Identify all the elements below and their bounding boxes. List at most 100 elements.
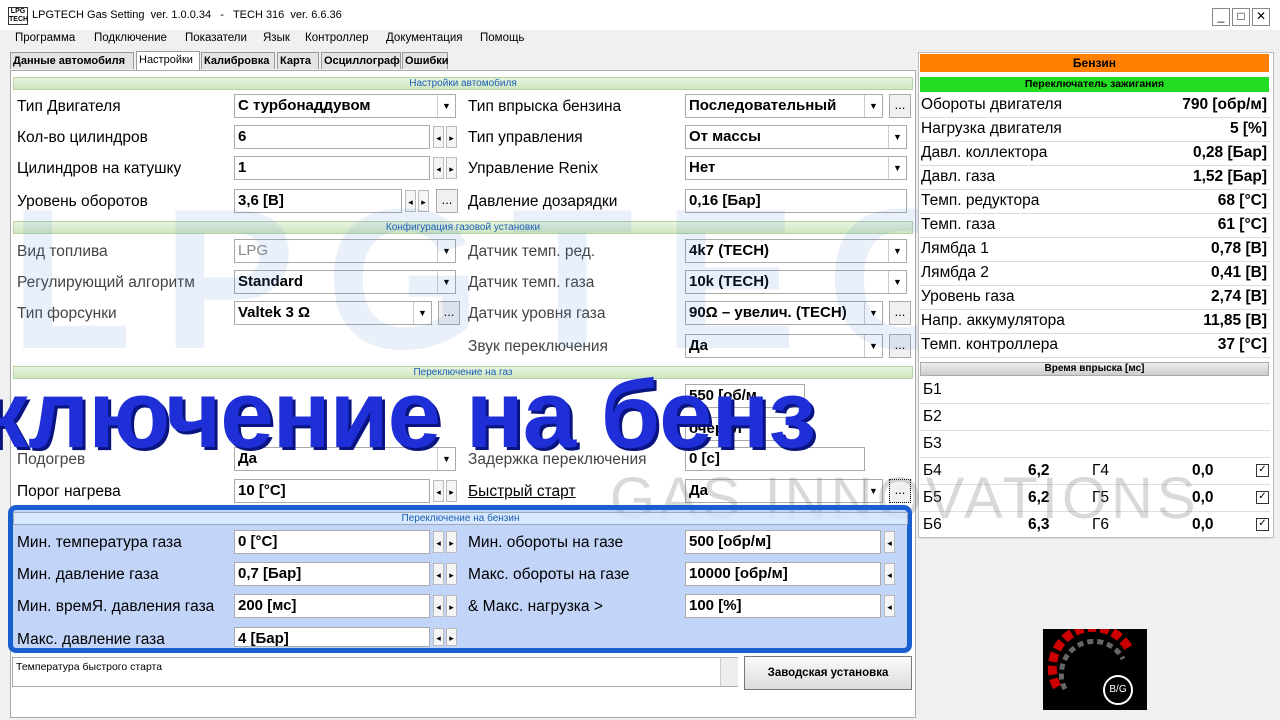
tab-map[interactable]: Карта bbox=[277, 52, 319, 69]
engine-type-select[interactable]: С турбонаддувом ▼ bbox=[234, 94, 456, 118]
spin-right-icon[interactable]: ▸ bbox=[446, 595, 457, 617]
reading-row: Давл. газа 1,52 [Бар] bbox=[920, 166, 1270, 190]
spin-left-icon[interactable]: ◂ bbox=[433, 126, 444, 148]
dropdown-arrow-icon[interactable]: ▼ bbox=[888, 157, 906, 179]
control-type-value: От массы bbox=[689, 128, 761, 145]
cylinders-input[interactable]: 6 bbox=[234, 125, 430, 149]
reading-label: Темп. редуктора bbox=[921, 192, 1040, 209]
reading-value: 1,52 [Бар] bbox=[1192, 168, 1267, 185]
tab-car-data[interactable]: Данные автомобиля bbox=[10, 52, 134, 69]
app-logo-icon: LPG TECH bbox=[8, 7, 29, 25]
dropdown-arrow-icon[interactable]: ▼ bbox=[888, 126, 906, 148]
reading-label: Нагрузка двигателя bbox=[921, 120, 1062, 137]
bg-logo-text: B/G bbox=[1103, 675, 1133, 705]
reading-row: Лямбда 2 0,41 [В] bbox=[920, 262, 1270, 286]
minimize-button[interactable]: _ bbox=[1212, 8, 1230, 26]
cylinders-label: Кол-во цилиндров bbox=[17, 129, 148, 146]
reading-value: 68 [°C] bbox=[1217, 192, 1267, 209]
min-pressure-time-input[interactable]: 200 [мс] bbox=[234, 594, 430, 618]
min-gas-temp-input[interactable]: 0 [°C] bbox=[234, 530, 430, 554]
spin-left-icon[interactable]: ◂ bbox=[433, 480, 444, 502]
injection-type-select[interactable]: Последовательный ▼ bbox=[685, 94, 883, 118]
reading-label: Темп. контроллера bbox=[921, 336, 1058, 353]
max-load-input[interactable]: 100 [%] bbox=[685, 594, 881, 618]
min-rpm-gas-input[interactable]: 500 [обр/м] bbox=[685, 530, 881, 554]
spin-right-icon[interactable]: ▸ bbox=[446, 126, 457, 148]
spin-left-icon[interactable]: ◂ bbox=[884, 563, 895, 585]
reading-row: Напр. аккумулятора 11,85 [В] bbox=[920, 310, 1270, 334]
factory-settings-button[interactable]: Заводская установка bbox=[744, 656, 912, 690]
spin-right-icon[interactable]: ▸ bbox=[446, 480, 457, 502]
coil-input[interactable]: 1 bbox=[234, 156, 430, 180]
tab-calibration[interactable]: Калибровка bbox=[201, 52, 275, 69]
max-rpm-gas-input[interactable]: 10000 [обр/м] bbox=[685, 562, 881, 586]
cylinder-enable-checkbox[interactable]: ✓ bbox=[1256, 491, 1269, 504]
control-type-select[interactable]: От массы ▼ bbox=[685, 125, 907, 149]
menu-indicators[interactable]: Показатели bbox=[185, 32, 247, 44]
reading-value: 0,41 [В] bbox=[1211, 264, 1267, 281]
max-gas-pressure-label: Макс. давление газа bbox=[17, 631, 165, 648]
renix-value: Нет bbox=[689, 159, 716, 176]
reading-label: Напр. аккумулятора bbox=[921, 312, 1065, 329]
maximize-button[interactable]: □ bbox=[1232, 8, 1250, 26]
spin-right-icon[interactable]: ▸ bbox=[446, 563, 457, 585]
max-load-label: & Макс. нагрузка > bbox=[468, 598, 603, 615]
hint-scrollbar[interactable] bbox=[720, 658, 738, 686]
reading-value: 2,74 [В] bbox=[1211, 288, 1267, 305]
heat-threshold-input[interactable]: 10 [°C] bbox=[234, 479, 430, 503]
engine-type-label: Тип Двигателя bbox=[17, 98, 121, 115]
tab-oscilloscope[interactable]: Осциллограф bbox=[321, 52, 401, 69]
injection-type-value: Последовательный bbox=[689, 97, 837, 114]
injection-type-more-button[interactable]: ... bbox=[889, 94, 911, 118]
tab-settings[interactable]: Настройки bbox=[136, 51, 200, 70]
dropdown-arrow-icon[interactable]: ▼ bbox=[437, 95, 455, 117]
tab-errors[interactable]: Ошибки bbox=[402, 52, 449, 69]
reading-label: Темп. газа bbox=[921, 216, 996, 233]
spin-left-icon[interactable]: ◂ bbox=[884, 531, 895, 553]
renix-label: Управление Renix bbox=[468, 160, 599, 177]
current-fuel-badge: Бензин bbox=[920, 54, 1269, 72]
reading-label: Обороты двигателя bbox=[921, 96, 1062, 113]
menu-language[interactable]: Язык bbox=[263, 32, 290, 44]
menu-program[interactable]: Программа bbox=[15, 32, 75, 44]
spin-left-icon[interactable]: ◂ bbox=[433, 157, 444, 179]
menu-connection[interactable]: Подключение bbox=[94, 32, 167, 44]
min-gas-pressure-input[interactable]: 0,7 [Бар] bbox=[234, 562, 430, 586]
spin-right-icon[interactable]: ▸ bbox=[446, 531, 457, 553]
min-gas-pressure-label: Мин. давление газа bbox=[17, 566, 159, 583]
quick-start-label[interactable]: Быстрый старт bbox=[468, 483, 576, 501]
reading-value: 61 [°C] bbox=[1217, 216, 1267, 233]
reading-label: Лямбда 1 bbox=[921, 240, 989, 257]
menu-controller[interactable]: Контроллер bbox=[305, 32, 368, 44]
menu-help[interactable]: Помощь bbox=[480, 32, 524, 44]
reading-row: Нагрузка двигателя 5 [%] bbox=[920, 118, 1270, 142]
dropdown-arrow-icon[interactable]: ▼ bbox=[864, 95, 882, 117]
spin-left-icon[interactable]: ◂ bbox=[433, 531, 444, 553]
injection-type-label: Тип впрыска бензина bbox=[468, 98, 622, 115]
spin-left-icon[interactable]: ◂ bbox=[433, 563, 444, 585]
caption-text: ключение на бенз bbox=[0, 370, 816, 468]
renix-select[interactable]: Нет ▼ bbox=[685, 156, 907, 180]
reading-row: Темп. газа 61 [°C] bbox=[920, 214, 1270, 238]
reading-row: Уровень газа 2,74 [В] bbox=[920, 286, 1270, 310]
section-switch-to-petrol: Переключение на бензин bbox=[13, 512, 908, 525]
menu-documentation[interactable]: Документация bbox=[386, 32, 463, 44]
reading-row: Темп. контроллера 37 [°C] bbox=[920, 334, 1270, 358]
hint-text-area: Температура быстрого старта bbox=[12, 657, 738, 687]
bg-logo-gauge-icon bbox=[1047, 622, 1133, 691]
spin-right-icon[interactable]: ▸ bbox=[446, 157, 457, 179]
caption-banner: ключение на бенз bbox=[0, 370, 1280, 470]
ignition-switch-badge: Переключатель зажигания bbox=[920, 77, 1269, 92]
close-button[interactable]: ✕ bbox=[1252, 8, 1270, 26]
spin-left-icon[interactable]: ◂ bbox=[433, 595, 444, 617]
cylinder-enable-checkbox[interactable]: ✓ bbox=[1256, 518, 1269, 531]
heat-threshold-label: Порог нагрева bbox=[17, 483, 121, 500]
reading-value: 0,28 [Бар] bbox=[1192, 144, 1267, 161]
section-car-settings: Настройки автомобиля bbox=[13, 77, 913, 90]
max-gas-pressure-input[interactable]: 4 [Бар] bbox=[234, 627, 430, 647]
spin-left-icon[interactable]: ◂ bbox=[884, 595, 895, 617]
spin-right-icon[interactable]: ▸ bbox=[446, 628, 457, 646]
reading-row: Темп. редуктора 68 [°C] bbox=[920, 190, 1270, 214]
reading-label: Давл. газа bbox=[921, 168, 996, 185]
spin-left-icon[interactable]: ◂ bbox=[433, 628, 444, 646]
